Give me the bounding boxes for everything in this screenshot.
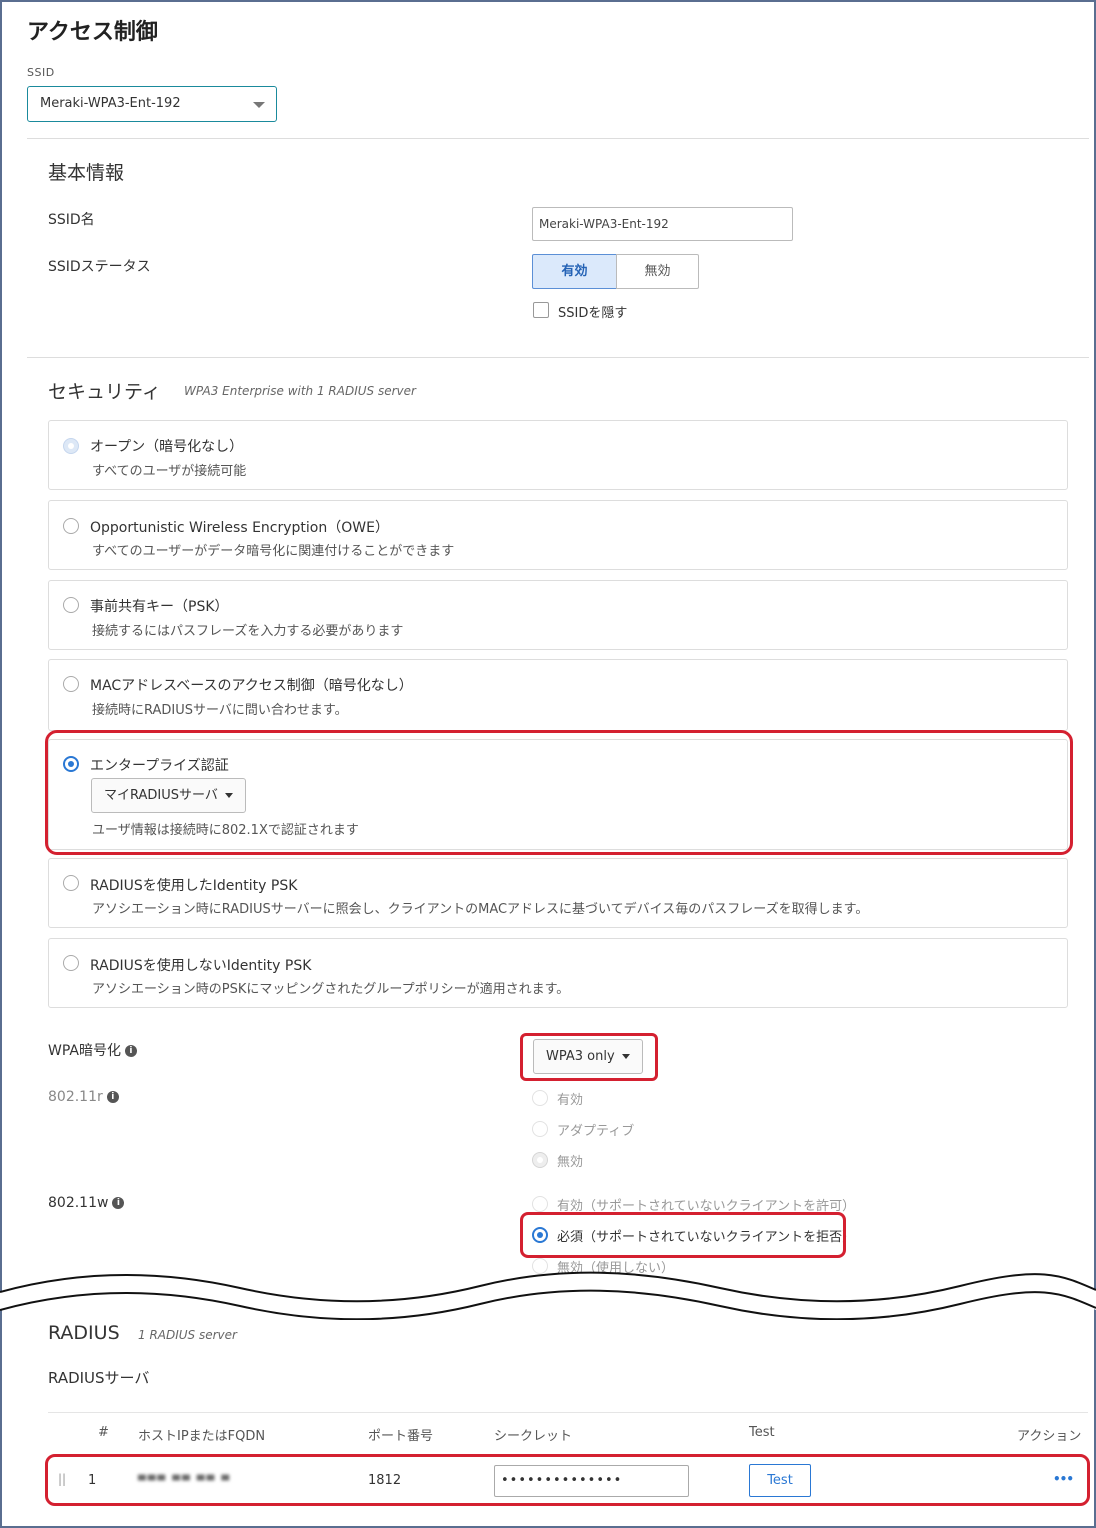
- highlight-box-dot11w: [520, 1212, 846, 1258]
- dot11w-label-text: 802.11w: [48, 1195, 109, 1211]
- option-desc: すべてのユーザーがデータ暗号化に関連付けることができます: [92, 544, 455, 559]
- status-disabled-button[interactable]: 無効: [616, 254, 699, 289]
- security-option-open[interactable]: オープン（暗号化なし） すべてのユーザが接続可能: [48, 420, 1068, 490]
- option-desc: アソシエーション時にRADIUSサーバーに照会し、クライアントのMACアドレスに…: [92, 902, 869, 917]
- radio-mac[interactable]: [63, 676, 79, 692]
- ssid-select[interactable]: Meraki-WPA3-Ent-192: [27, 86, 277, 122]
- security-option-psk[interactable]: 事前共有キー（PSK） 接続するにはパスフレーズを入力する必要があります: [48, 580, 1068, 650]
- wpa-encryption-label-text: WPA暗号化: [48, 1043, 121, 1059]
- highlight-box-radius-row: [45, 1454, 1090, 1506]
- ssid-select-label: SSID: [27, 66, 55, 79]
- col-host-header: ホストIPまたはFQDN: [138, 1429, 266, 1444]
- table-top-border: [48, 1412, 1088, 1413]
- option-desc: アソシエーション時のPSKにマッピングされたグループポリシーが適用されます。: [92, 982, 570, 997]
- security-section-title: セキュリティ: [48, 381, 161, 403]
- radio-dot11r-disabled[interactable]: [532, 1152, 548, 1168]
- radio-dot11w-enabled[interactable]: [532, 1196, 548, 1212]
- divider: [27, 138, 1089, 139]
- dot11r-option-label: 無効: [557, 1155, 584, 1170]
- col-action-header: アクション: [1017, 1429, 1082, 1444]
- dot11r-option-label: 有効: [557, 1093, 584, 1108]
- radio-ipsk-noradius[interactable]: [63, 955, 79, 971]
- status-enabled-button[interactable]: 有効: [532, 254, 617, 289]
- radio-open[interactable]: [63, 438, 79, 454]
- option-title: Opportunistic Wireless Encryption（OWE）: [90, 520, 389, 536]
- col-port-header: ポート番号: [368, 1429, 434, 1444]
- dot11r-label: 802.11r i: [48, 1089, 119, 1105]
- hide-ssid-label: SSIDを隠す: [558, 306, 628, 321]
- radio-dot11r-adaptive[interactable]: [532, 1121, 548, 1137]
- divider: [27, 357, 1089, 358]
- dot11r-option-label: アダプティブ: [557, 1124, 635, 1139]
- radius-section-title: RADIUS: [48, 1322, 120, 1344]
- radius-servers-label: RADIUSサーバ: [48, 1369, 150, 1387]
- basic-section-title: 基本情報: [48, 162, 125, 184]
- ssid-select-value: Meraki-WPA3-Ent-192: [40, 96, 181, 111]
- dot11w-label: 802.11w i: [48, 1195, 125, 1211]
- option-title: RADIUSを使用しないIdentity PSK: [90, 958, 312, 974]
- page-title: アクセス制御: [27, 20, 158, 45]
- option-desc: すべてのユーザが接続可能: [92, 464, 247, 479]
- ssid-status-label: SSIDステータス: [48, 259, 151, 275]
- ssid-name-label: SSID名: [48, 212, 95, 228]
- dot11r-label-text: 802.11r: [48, 1089, 103, 1105]
- info-icon[interactable]: i: [106, 1091, 119, 1103]
- option-desc: 接続時にRADIUSサーバに問い合わせます。: [92, 703, 348, 718]
- page-break-wave: [0, 1271, 1096, 1320]
- chevron-down-icon: [253, 102, 265, 108]
- option-title: RADIUSを使用したIdentity PSK: [90, 878, 298, 894]
- option-title: MACアドレスベースのアクセス制御（暗号化なし）: [90, 678, 413, 694]
- info-icon[interactable]: i: [112, 1197, 125, 1209]
- radio-dot11r-enabled[interactable]: [532, 1090, 548, 1106]
- security-option-owe[interactable]: Opportunistic Wireless Encryption（OWE） す…: [48, 500, 1068, 570]
- highlight-box-wpa: [520, 1033, 658, 1081]
- radio-ipsk-radius[interactable]: [63, 875, 79, 891]
- security-option-ipsk-radius[interactable]: RADIUSを使用したIdentity PSK アソシエーション時にRADIUS…: [48, 858, 1068, 928]
- security-subtitle: WPA3 Enterprise with 1 RADIUS server: [184, 384, 416, 398]
- option-desc: 接続するにはパスフレーズを入力する必要があります: [92, 624, 404, 639]
- hide-ssid-checkbox[interactable]: [533, 302, 549, 318]
- highlight-box-enterprise: [45, 730, 1073, 855]
- wpa-encryption-label: WPA暗号化 i: [48, 1040, 137, 1060]
- radio-owe[interactable]: [63, 518, 79, 534]
- col-num-header: #: [98, 1425, 109, 1440]
- radio-psk[interactable]: [63, 597, 79, 613]
- option-title: 事前共有キー（PSK）: [90, 599, 229, 615]
- ssid-name-input[interactable]: Meraki-WPA3-Ent-192: [532, 207, 793, 241]
- info-icon[interactable]: i: [124, 1045, 137, 1057]
- security-option-ipsk-noradius[interactable]: RADIUSを使用しないIdentity PSK アソシエーション時のPSKにマ…: [48, 938, 1068, 1008]
- security-option-mac[interactable]: MACアドレスベースのアクセス制御（暗号化なし） 接続時にRADIUSサーバに問…: [48, 659, 1068, 731]
- col-secret-header: シークレット: [494, 1429, 573, 1444]
- radius-subtitle: 1 RADIUS server: [138, 1328, 237, 1342]
- option-title: オープン（暗号化なし）: [90, 439, 244, 455]
- col-test-header: Test: [749, 1425, 775, 1440]
